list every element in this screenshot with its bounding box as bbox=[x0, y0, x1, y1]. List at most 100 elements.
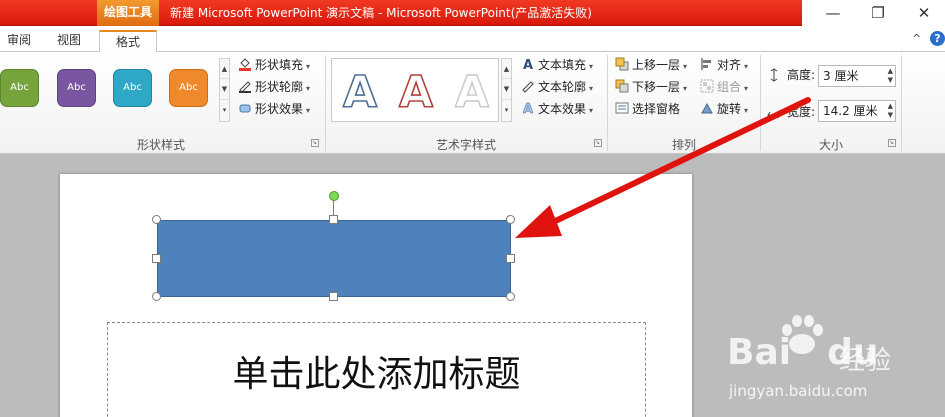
shape-style-gallery-scroll[interactable]: ▲ ▼ ▾ bbox=[219, 58, 230, 122]
selection-pane-icon bbox=[615, 102, 629, 114]
bring-forward-button[interactable]: 上移一层 ▾ bbox=[615, 55, 687, 75]
arrange-group-label: 排列 bbox=[671, 138, 696, 152]
resize-handle-right[interactable] bbox=[506, 254, 515, 263]
text-effects-icon: A bbox=[523, 102, 534, 115]
resize-handle-left[interactable] bbox=[152, 254, 161, 263]
resize-handle-top-right[interactable] bbox=[506, 215, 515, 224]
help-icon[interactable]: ? bbox=[930, 31, 945, 46]
shape-outline-label: 形状轮廓 bbox=[255, 80, 304, 94]
dialog-launcher-icon[interactable]: ↘ bbox=[594, 139, 602, 147]
dropdown-arrow-icon: ▾ bbox=[589, 106, 594, 115]
pencil-icon bbox=[522, 81, 534, 93]
tab-format[interactable]: 格式 bbox=[99, 30, 157, 54]
text-effects-label: 文本效果 bbox=[538, 102, 587, 116]
bring-forward-icon bbox=[615, 57, 629, 71]
watermark-cn: 经验 bbox=[839, 346, 892, 376]
wordart-gallery[interactable]: A A A bbox=[331, 58, 499, 122]
close-button[interactable]: ✕ bbox=[913, 3, 935, 23]
gallery-more-icon[interactable]: ▾ bbox=[220, 100, 229, 121]
shape-outline-button[interactable]: 形状轮廓 ▾ bbox=[238, 77, 310, 97]
height-spinner-icon[interactable]: ▲ ▼ bbox=[888, 67, 893, 85]
dropdown-arrow-icon: ▾ bbox=[744, 62, 749, 71]
wordart-gallery-scroll[interactable]: ▲ ▼ ▾ bbox=[501, 58, 512, 122]
resize-handle-bottom-right[interactable] bbox=[506, 292, 515, 301]
rotate-icon bbox=[701, 102, 713, 114]
context-tool-label: 绘图工具 bbox=[97, 0, 159, 26]
shape-style-purple[interactable]: Abc bbox=[57, 69, 96, 107]
selection-pane-button[interactable]: 选择窗格 bbox=[615, 99, 680, 119]
resize-handle-top-left[interactable] bbox=[152, 215, 161, 224]
text-outline-button[interactable]: 文本轮廓 ▾ bbox=[521, 77, 593, 97]
width-value: 14.2 厘米 bbox=[823, 104, 878, 118]
dialog-launcher-icon[interactable]: ↘ bbox=[888, 139, 896, 147]
paint-bucket-icon bbox=[239, 58, 251, 71]
tab-view[interactable]: 视图 bbox=[50, 30, 88, 52]
shape-height-icon bbox=[770, 68, 778, 82]
selected-rectangle-shape[interactable] bbox=[157, 220, 511, 297]
rotate-label: 旋转 bbox=[717, 102, 742, 116]
gallery-more-icon[interactable]: ▾ bbox=[502, 100, 511, 121]
svg-text:A: A bbox=[523, 58, 533, 71]
scroll-down-icon[interactable]: ▼ bbox=[502, 79, 511, 100]
shape-fill-button[interactable]: 形状填充 ▾ bbox=[238, 55, 310, 75]
selection-pane-label: 选择窗格 bbox=[632, 102, 681, 116]
svg-text:A: A bbox=[455, 67, 489, 115]
scroll-down-icon[interactable]: ▼ bbox=[220, 79, 229, 100]
svg-text:A: A bbox=[399, 67, 433, 115]
shape-effects-button[interactable]: 形状效果 ▾ bbox=[238, 99, 310, 119]
ribbon-tabs: 审阅 视图 格式 ^ ? bbox=[0, 28, 945, 54]
svg-text:A: A bbox=[343, 67, 377, 115]
shape-style-green[interactable]: Abc bbox=[0, 69, 39, 107]
dropdown-arrow-icon: ▾ bbox=[683, 84, 688, 93]
wordart-style-red-outline[interactable]: A bbox=[394, 65, 438, 115]
shape-style-teal[interactable]: Abc bbox=[113, 69, 152, 107]
text-fill-label: 文本填充 bbox=[538, 58, 587, 72]
rotate-button[interactable]: 旋转 ▾ bbox=[700, 99, 748, 119]
watermark-url: jingyan.baidu.com bbox=[729, 382, 868, 400]
align-button[interactable]: 对齐 ▾ bbox=[700, 55, 748, 75]
dropdown-arrow-icon: ▾ bbox=[589, 84, 594, 93]
resize-handle-bottom-left[interactable] bbox=[152, 292, 161, 301]
send-backward-label: 下移一层 bbox=[632, 80, 681, 94]
wordart-style-blue-outline[interactable]: A bbox=[338, 65, 382, 115]
group-divider bbox=[901, 55, 902, 151]
minimize-button[interactable]: — bbox=[822, 3, 844, 23]
text-effects-button[interactable]: A 文本效果 ▾ bbox=[521, 99, 593, 119]
scroll-up-icon[interactable]: ▲ bbox=[220, 59, 229, 79]
width-input[interactable]: 14.2 厘米 ▲ ▼ bbox=[818, 100, 896, 122]
resize-handle-bottom[interactable] bbox=[329, 292, 338, 301]
wordart-style-gray-outline[interactable]: A bbox=[450, 65, 494, 115]
dropdown-arrow-icon: ▾ bbox=[589, 62, 594, 71]
size-group-label: 大小 bbox=[818, 138, 843, 152]
rotation-handle[interactable] bbox=[329, 191, 339, 201]
svg-text:A: A bbox=[523, 102, 533, 115]
title-placeholder-text[interactable]: 单击此处添加标题 bbox=[107, 345, 646, 397]
tab-review[interactable]: 审阅 bbox=[2, 30, 36, 52]
shape-effects-label: 形状效果 bbox=[255, 102, 304, 116]
rotation-handle-stem bbox=[333, 199, 334, 216]
group-icon bbox=[700, 79, 714, 93]
dropdown-arrow-icon: ▾ bbox=[306, 62, 311, 71]
pencil-icon bbox=[239, 81, 251, 93]
width-spinner-icon[interactable]: ▲ ▼ bbox=[888, 102, 893, 120]
baidu-watermark: Bai du 经验 jingyan.baidu.com bbox=[727, 312, 937, 412]
dropdown-arrow-icon: ▾ bbox=[744, 84, 749, 93]
dialog-launcher-icon[interactable]: ↘ bbox=[311, 139, 319, 147]
shape-styles-group-label: 形状样式 bbox=[136, 138, 185, 152]
scroll-up-icon[interactable]: ▲ bbox=[502, 59, 511, 79]
dropdown-arrow-icon: ▾ bbox=[744, 106, 749, 115]
shape-effects-icon bbox=[239, 104, 251, 113]
height-input[interactable]: 3 厘米 ▲ ▼ bbox=[818, 65, 896, 87]
text-fill-button[interactable]: A 文本填充 ▾ bbox=[521, 55, 593, 75]
maximize-button[interactable]: ❐ bbox=[867, 3, 889, 23]
wordart-group-label: 艺术字样式 bbox=[435, 138, 496, 152]
group-button[interactable]: 组合 ▾ bbox=[700, 77, 748, 97]
shape-fill-label: 形状填充 bbox=[255, 58, 304, 72]
collapse-ribbon-icon[interactable]: ^ bbox=[912, 32, 921, 45]
shape-style-orange[interactable]: Abc bbox=[169, 69, 208, 107]
ribbon: Abc Abc Abc Abc ▲ ▼ ▾ 形状填充 ▾ 形状轮廓 ▾ 形状效果 ▾ … bbox=[0, 52, 945, 154]
text-outline-label: 文本轮廓 bbox=[538, 80, 587, 94]
resize-handle-top[interactable] bbox=[329, 215, 338, 224]
send-backward-button[interactable]: 下移一层 ▾ bbox=[615, 77, 687, 97]
dropdown-arrow-icon: ▾ bbox=[306, 84, 311, 93]
